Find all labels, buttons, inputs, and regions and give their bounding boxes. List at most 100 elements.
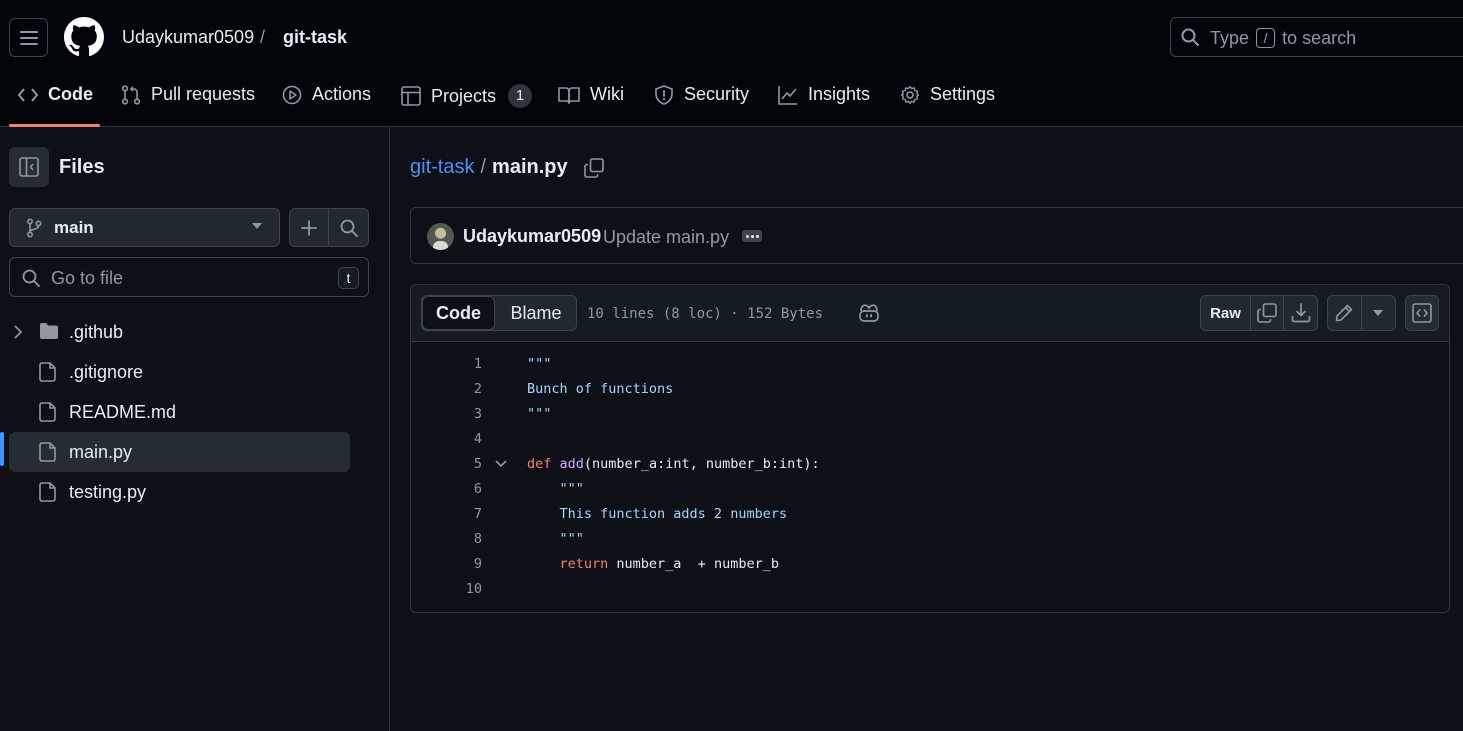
tab-insights-label: Insights <box>808 84 871 104</box>
git-branch-icon <box>26 217 42 238</box>
go-to-file-input[interactable]: Go to file t <box>9 257 369 297</box>
commit-expand-button[interactable] <box>742 230 762 242</box>
collapse-file-tree-button[interactable] <box>9 147 49 187</box>
code-text: """ <box>527 356 552 372</box>
file-icon <box>39 402 56 422</box>
plus-icon <box>301 219 317 236</box>
commit-author-link[interactable]: Udaykumar0509 <box>463 226 601 247</box>
copilot-button[interactable] <box>858 303 880 326</box>
edit-file-button[interactable] <box>1328 296 1362 330</box>
download-raw-button[interactable] <box>1284 296 1317 330</box>
code-line: 1 """ <box>411 352 1449 377</box>
line-number[interactable]: 10 <box>411 577 482 602</box>
search-icon <box>1181 28 1199 46</box>
search-files-button[interactable] <box>329 209 368 246</box>
line-number[interactable]: 5 <box>411 452 482 477</box>
breadcrumb-separator: / <box>480 156 487 178</box>
file-icon <box>39 362 56 382</box>
triangle-down-icon <box>252 223 262 229</box>
file-tree-sidebar: Files main Go to file t .github .gitigno… <box>0 127 390 731</box>
search-icon <box>22 269 40 287</box>
tab-settings[interactable]: Settings <box>900 84 995 105</box>
triangle-down-icon <box>1373 310 1384 316</box>
line-number[interactable]: 8 <box>411 527 482 552</box>
tree-item-label: main.py <box>69 442 133 462</box>
line-number[interactable]: 3 <box>411 402 482 427</box>
code-line: 3 """ <box>411 402 1449 427</box>
avatar[interactable] <box>427 223 454 250</box>
blame-view-button[interactable]: Blame <box>495 296 577 330</box>
repo-owner-link[interactable]: Udaykumar0509 <box>122 27 254 48</box>
file-header: Code Blame 10 lines (8 loc) · 152 Bytes … <box>411 285 1449 342</box>
tab-pull-requests[interactable]: Pull requests <box>121 84 255 105</box>
tree-item-label: .github <box>69 322 124 342</box>
tab-actions[interactable]: Actions <box>282 84 371 105</box>
code-line: 7 This function adds 2 numbers <box>411 502 1449 527</box>
path-separator: / <box>260 27 266 47</box>
code-view-button[interactable]: Code <box>422 296 495 330</box>
code-rest: number_a + number_b <box>608 556 779 572</box>
hamburger-icon <box>19 30 38 45</box>
tab-code[interactable]: Code <box>18 84 93 105</box>
global-search[interactable]: Type / to search <box>1170 17 1463 57</box>
app-header: Udaykumar0509 / git-task Type / to searc… <box>0 0 1463 127</box>
code-line: 4 <box>411 427 1449 452</box>
git-pull-request-icon <box>121 84 141 105</box>
menu-button[interactable] <box>9 18 48 57</box>
edit-options-dropdown[interactable] <box>1362 296 1396 330</box>
code-keyword: def <box>527 456 552 472</box>
tree-item-gitignore[interactable]: .gitignore <box>9 352 350 392</box>
github-logo-icon[interactable] <box>64 17 104 57</box>
chevron-right-icon <box>14 325 23 339</box>
breadcrumb-repo-link[interactable]: git-task <box>410 156 474 179</box>
tree-item-main-py[interactable]: main.py <box>9 432 350 472</box>
tab-wiki-label: Wiki <box>590 84 624 104</box>
line-number[interactable]: 1 <box>411 352 482 377</box>
tab-pull-requests-label: Pull requests <box>151 84 256 104</box>
repo-name-link[interactable]: git-task <box>283 27 347 48</box>
tab-projects[interactable]: Projects 1 <box>401 84 533 108</box>
search-shortcut-key: / <box>1256 28 1276 48</box>
tab-insights[interactable]: Insights <box>778 84 870 105</box>
code-line: 9 return number_a + number_b <box>411 552 1449 577</box>
breadcrumb: git-task / main.py <box>410 156 604 179</box>
code-content[interactable]: 1 """ 2 Bunch of functions 3 """ 4 5 def add… <box>411 342 1449 612</box>
code-keyword: return <box>527 556 609 572</box>
tab-code-label: Code <box>48 84 93 104</box>
tab-settings-label: Settings <box>930 84 996 104</box>
tree-item-readme[interactable]: README.md <box>9 392 350 432</box>
pencil-icon <box>1335 304 1353 322</box>
line-number[interactable]: 9 <box>411 552 482 577</box>
graph-icon <box>778 85 797 105</box>
tab-wiki[interactable]: Wiki <box>558 84 624 105</box>
view-mode-segmented-control: Code Blame <box>421 295 577 331</box>
symbols-panel-button[interactable] <box>1405 295 1439 331</box>
selected-item-indicator <box>0 432 4 466</box>
code-text: """ <box>527 406 552 422</box>
add-file-button[interactable] <box>290 209 330 246</box>
projects-counter: 1 <box>508 84 533 108</box>
tab-security[interactable]: Security <box>654 84 749 105</box>
chevron-down-icon[interactable] <box>495 460 507 468</box>
line-number[interactable]: 6 <box>411 477 482 502</box>
download-icon <box>1291 303 1310 323</box>
commit-message-link[interactable]: Update main.py <box>603 227 729 248</box>
code-text: return number_a + number_b <box>527 552 779 577</box>
tree-item-github-folder[interactable]: .github <box>9 312 350 352</box>
go-to-file-placeholder: Go to file <box>51 268 124 288</box>
line-number[interactable]: 2 <box>411 377 482 402</box>
shield-icon <box>655 84 673 105</box>
copy-path-button[interactable] <box>583 157 604 178</box>
branch-selector[interactable]: main <box>9 208 280 247</box>
line-number[interactable]: 4 <box>411 427 482 452</box>
tree-item-testing-py[interactable]: testing.py <box>9 472 350 512</box>
tree-item-label: .gitignore <box>69 362 144 382</box>
copy-raw-button[interactable] <box>1251 296 1284 330</box>
tab-security-label: Security <box>684 84 750 104</box>
line-number[interactable]: 7 <box>411 502 482 527</box>
tab-actions-label: Actions <box>312 84 372 104</box>
table-icon <box>401 86 421 106</box>
copy-icon <box>1257 303 1277 323</box>
search-icon <box>340 219 358 237</box>
raw-button[interactable]: Raw <box>1201 296 1251 330</box>
